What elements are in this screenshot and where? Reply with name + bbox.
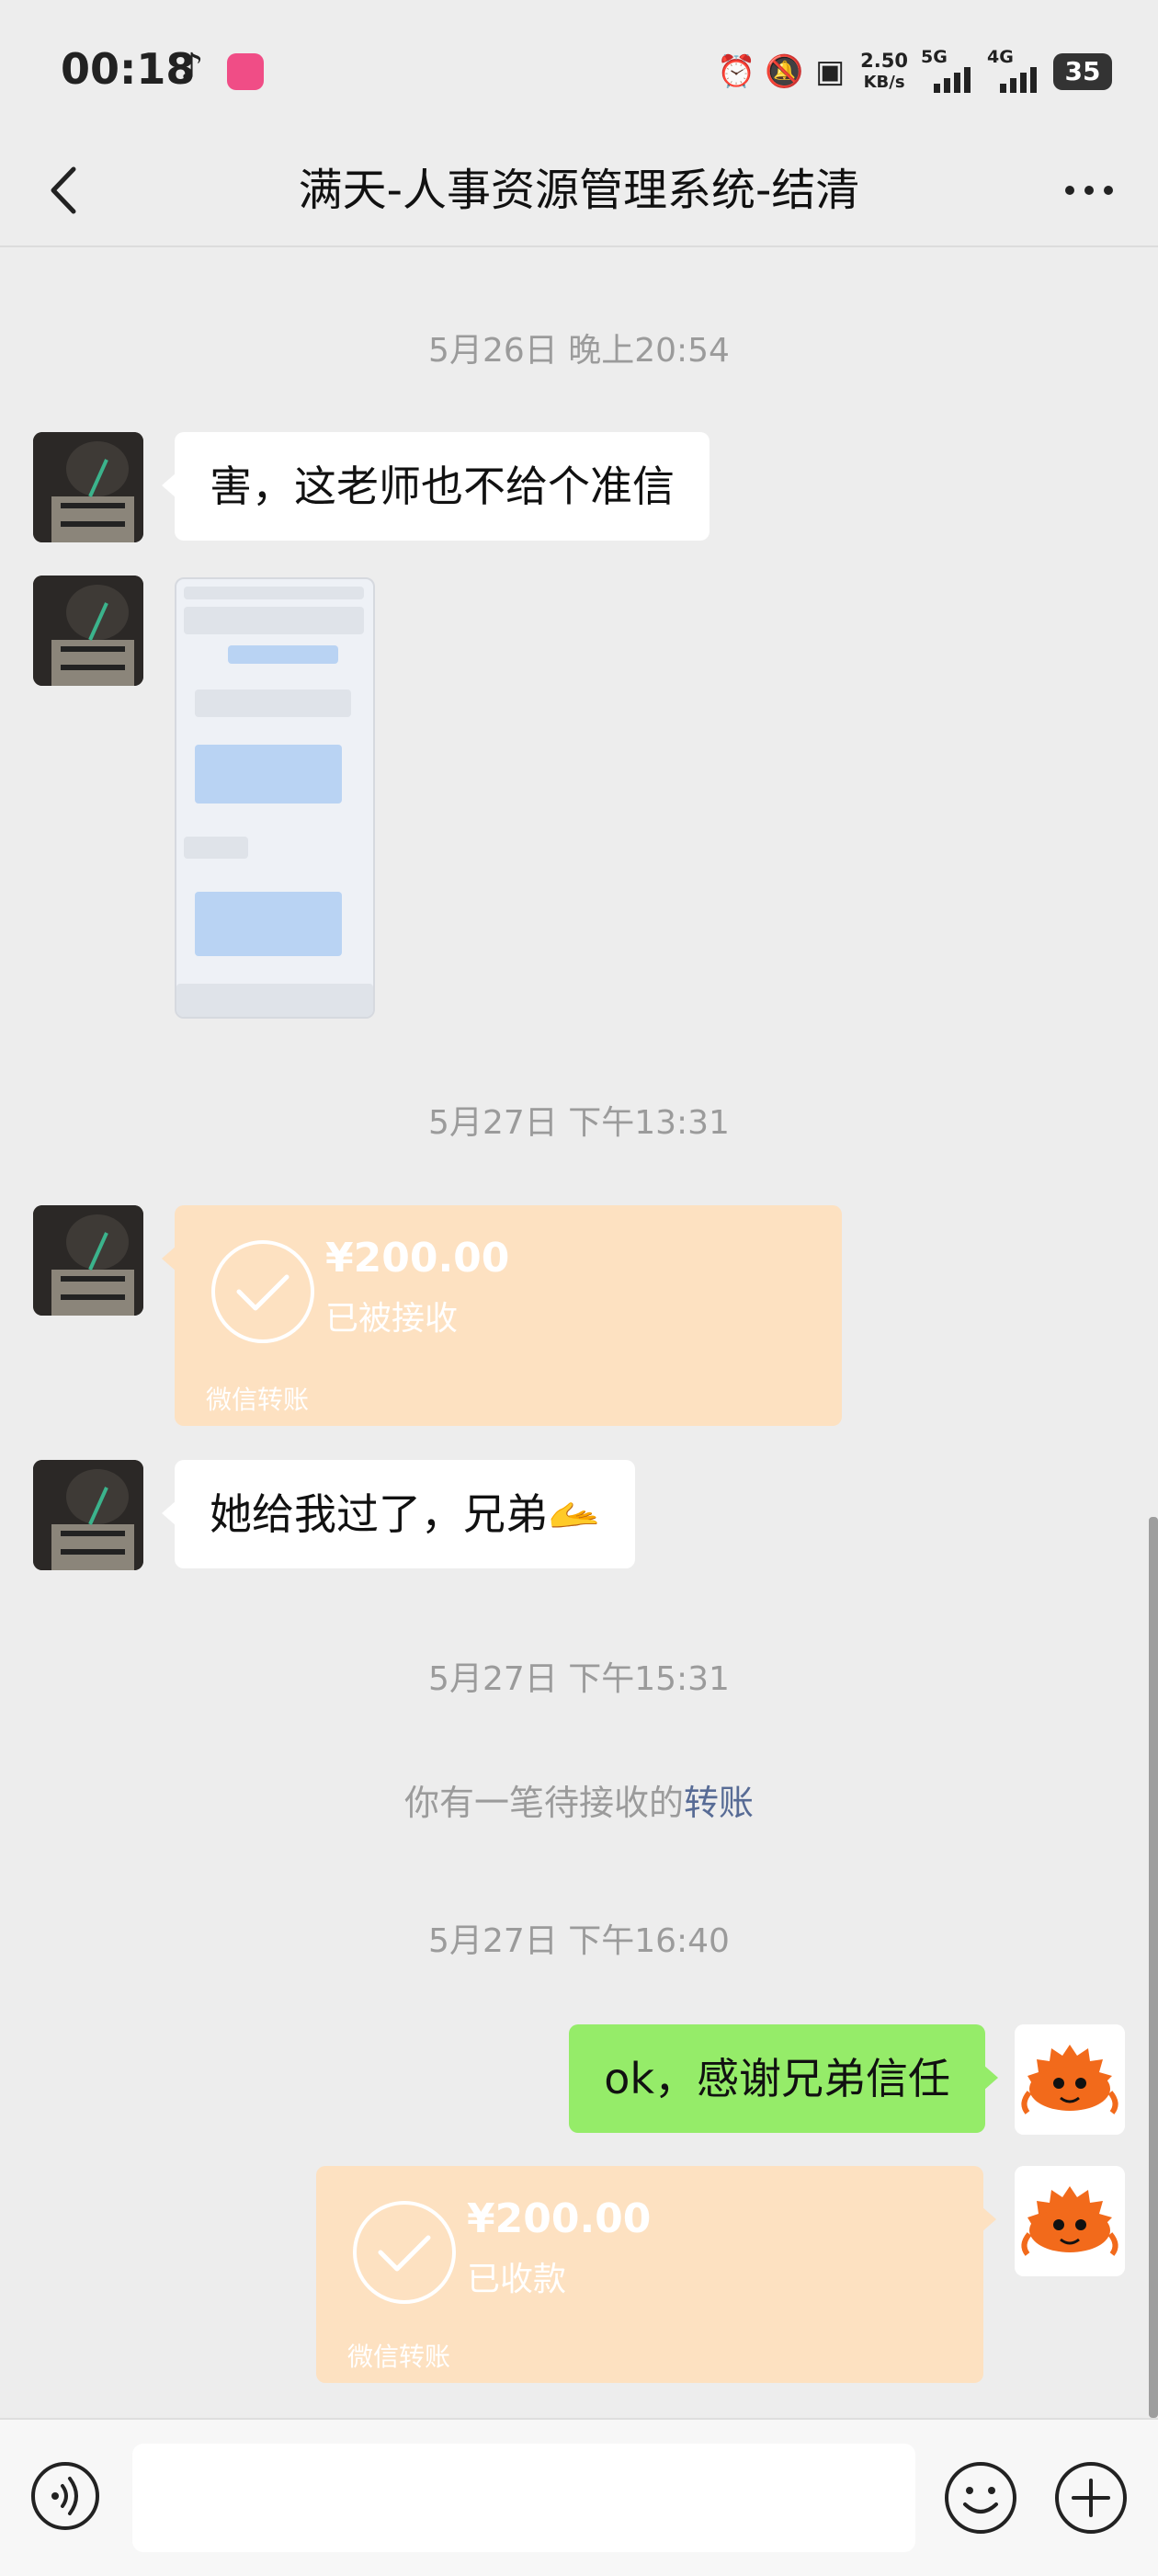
status-right: ⏰ 🔕 ▣ 2.50 KB/s 5G 4G 35 xyxy=(717,46,1112,97)
voice-icon xyxy=(31,2462,99,2530)
net-speed-unit: KB/s xyxy=(863,73,905,92)
my-avatar[interactable] xyxy=(1015,2166,1125,2276)
crab-icon xyxy=(1015,2024,1125,2135)
net-speed: 2.50 KB/s xyxy=(860,50,908,94)
system-notice: 你有一笔待接收的转账 xyxy=(0,1774,1158,1825)
system-notice-text: 你有一笔待接收的 xyxy=(403,1783,684,1823)
timestamp: 5月26日 晚上20:54 xyxy=(428,332,730,370)
back-icon xyxy=(51,166,76,214)
check-circle-icon xyxy=(353,2201,456,2304)
chat-header: 满天-人事资源管理系统-结清 xyxy=(0,138,1158,246)
message-input[interactable] xyxy=(132,2444,915,2552)
mute-icon: 🔕 xyxy=(765,53,804,90)
transfer-amount: ¥200.00 xyxy=(325,1235,510,1282)
timestamp: 5月27日 下午16:40 xyxy=(428,1922,730,1960)
transfer-link[interactable]: 转账 xyxy=(684,1783,754,1823)
timestamp: 5月27日 下午15:31 xyxy=(428,1660,730,1698)
check-circle-icon xyxy=(211,1240,314,1343)
crab-icon xyxy=(1015,2166,1125,2276)
alarm-icon: ⏰ xyxy=(717,53,756,90)
transfer-status: 已被接收 xyxy=(325,1300,459,1338)
message-bubble[interactable]: 她给我过了，兄弟🫴 xyxy=(161,1460,636,1568)
transfer-card[interactable]: ¥200.00 已收款 微信转账 xyxy=(316,2166,996,2383)
transfer-status: 已收款 xyxy=(467,2261,567,2298)
sim1-label: 5G xyxy=(921,47,948,67)
scrollbar[interactable] xyxy=(1149,1517,1158,2418)
avatar-image xyxy=(33,1460,143,1570)
emoji-button[interactable] xyxy=(943,2460,1018,2536)
input-bar xyxy=(0,2418,1158,2576)
contact-icon: ▣ xyxy=(815,53,846,90)
battery-indicator: 35 xyxy=(1053,53,1112,90)
avatar-image xyxy=(33,576,143,686)
signal-4g: 4G xyxy=(987,47,1040,93)
plus-button[interactable] xyxy=(1053,2460,1129,2536)
avatar-image xyxy=(33,432,143,542)
more-button[interactable] xyxy=(1057,158,1121,222)
signal-5g: 5G xyxy=(921,47,974,93)
my-avatar[interactable] xyxy=(1015,2024,1125,2135)
header-divider xyxy=(0,245,1158,247)
avatar-image xyxy=(33,1205,143,1316)
friend-avatar[interactable] xyxy=(33,1460,143,1570)
voice-button[interactable] xyxy=(29,2460,101,2532)
transfer-amount: ¥200.00 xyxy=(467,2195,652,2242)
my-message-bubble[interactable]: ok，感谢兄弟信任 xyxy=(569,2024,998,2133)
friend-avatar[interactable] xyxy=(33,1205,143,1316)
tiktok-icon: ♪ xyxy=(180,46,204,88)
friend-avatar[interactable] xyxy=(33,576,143,686)
more-icon xyxy=(1065,186,1113,195)
status-time: 00:18 xyxy=(61,44,196,94)
message-bubble[interactable]: 害，这老师也不给个准信 xyxy=(162,432,710,541)
back-button[interactable] xyxy=(40,158,96,222)
transfer-card[interactable]: ¥200.00 已被接收 微信转账 xyxy=(162,1205,842,1426)
screenshot-image-message[interactable] xyxy=(175,577,375,1019)
transfer-footer: 微信转账 xyxy=(206,1385,310,1415)
chat-title: 满天-人事资源管理系统-结清 xyxy=(298,165,860,216)
status-bar: 00:18 ♪ ⏰ 🔕 ▣ 2.50 KB/s 5G 4G 35 xyxy=(0,0,1158,138)
transfer-footer: 微信转账 xyxy=(347,2342,451,2372)
emoji-icon xyxy=(945,2462,1016,2534)
plus-icon xyxy=(1055,2462,1127,2534)
timestamp: 5月27日 下午13:31 xyxy=(428,1104,730,1142)
app-notification-icon xyxy=(227,53,264,90)
net-speed-value: 2.50 xyxy=(860,50,908,72)
friend-avatar[interactable] xyxy=(33,432,143,542)
sim2-label: 4G xyxy=(987,47,1014,67)
